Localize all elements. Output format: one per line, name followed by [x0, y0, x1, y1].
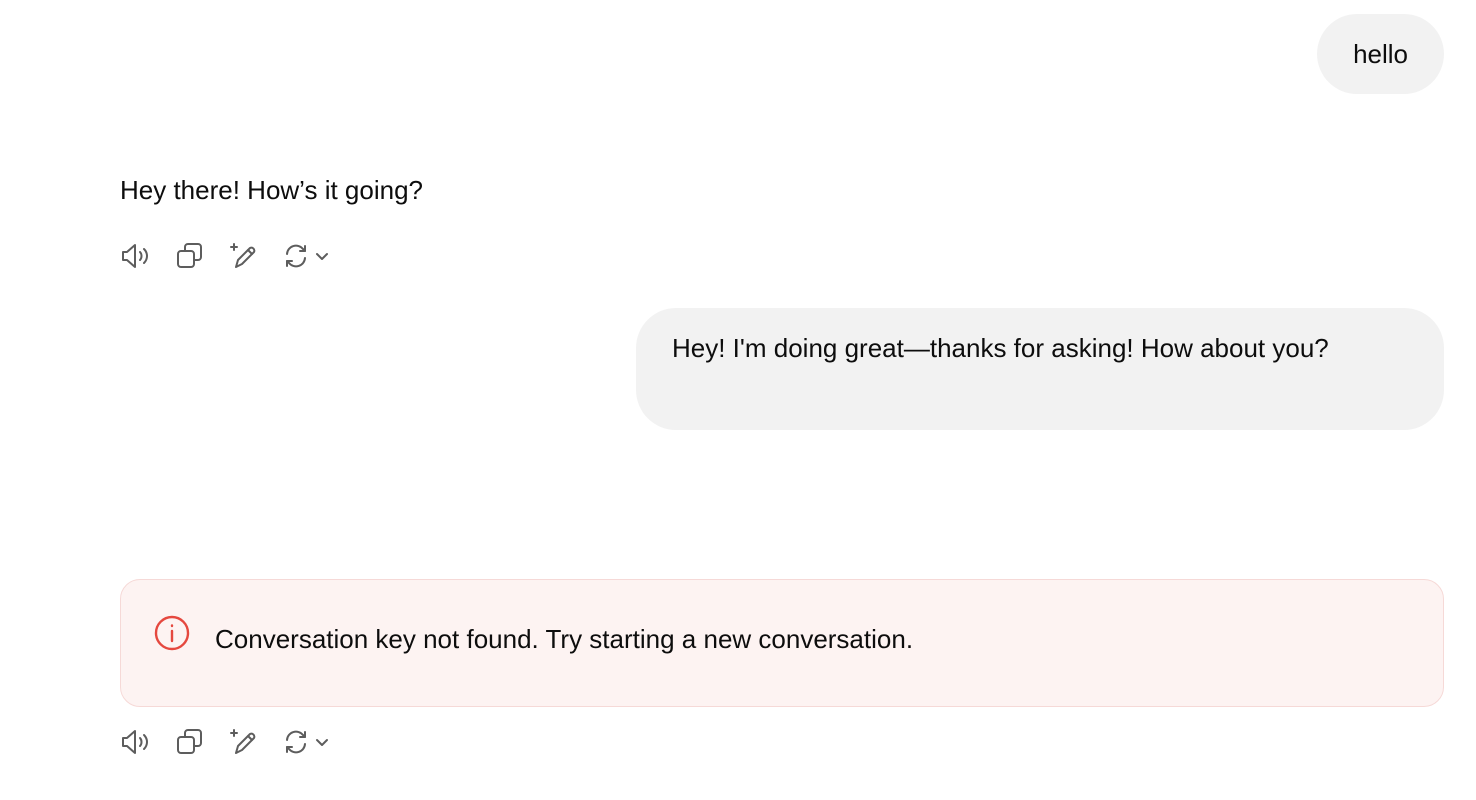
- chevron-down-icon: [316, 253, 328, 260]
- copy-icon: [177, 243, 202, 268]
- regenerate-icon: [286, 244, 306, 268]
- message-actions: [114, 722, 336, 762]
- copy-button[interactable]: [168, 722, 212, 762]
- read-aloud-button[interactable]: [114, 236, 158, 276]
- assistant-message-text: Hey there! How’s it going?: [120, 175, 424, 205]
- edit-sparkle-icon: [230, 729, 256, 754]
- read-aloud-button[interactable]: [114, 722, 158, 762]
- chevron-down-icon: [316, 739, 328, 746]
- info-circle-icon: [153, 614, 191, 652]
- message-actions: [114, 236, 336, 276]
- user-message: hello: [1317, 14, 1444, 94]
- copy-button[interactable]: [168, 236, 212, 276]
- user-message-text: hello: [1353, 39, 1408, 69]
- user-message-text: Hey! I'm doing great—thanks for asking! …: [672, 333, 1329, 363]
- chat-thread: hello Hey there! How’s it going? Hey! I'…: [0, 0, 1476, 800]
- regenerate-button[interactable]: [276, 236, 336, 276]
- edit-sparkle-icon: [230, 243, 256, 268]
- regenerate-button[interactable]: [276, 722, 336, 762]
- regenerate-icon: [286, 730, 306, 754]
- assistant-message: Hey there! How’s it going?: [120, 172, 423, 208]
- edit-button[interactable]: [222, 722, 266, 762]
- edit-button[interactable]: [222, 236, 266, 276]
- user-message: Hey! I'm doing great—thanks for asking! …: [636, 308, 1444, 430]
- error-text: Conversation key not found. Try starting…: [215, 624, 914, 654]
- copy-icon: [177, 729, 202, 754]
- error-message: Conversation key not found. Try starting…: [120, 579, 1444, 707]
- speaker-icon: [122, 730, 148, 754]
- speaker-icon: [122, 244, 148, 268]
